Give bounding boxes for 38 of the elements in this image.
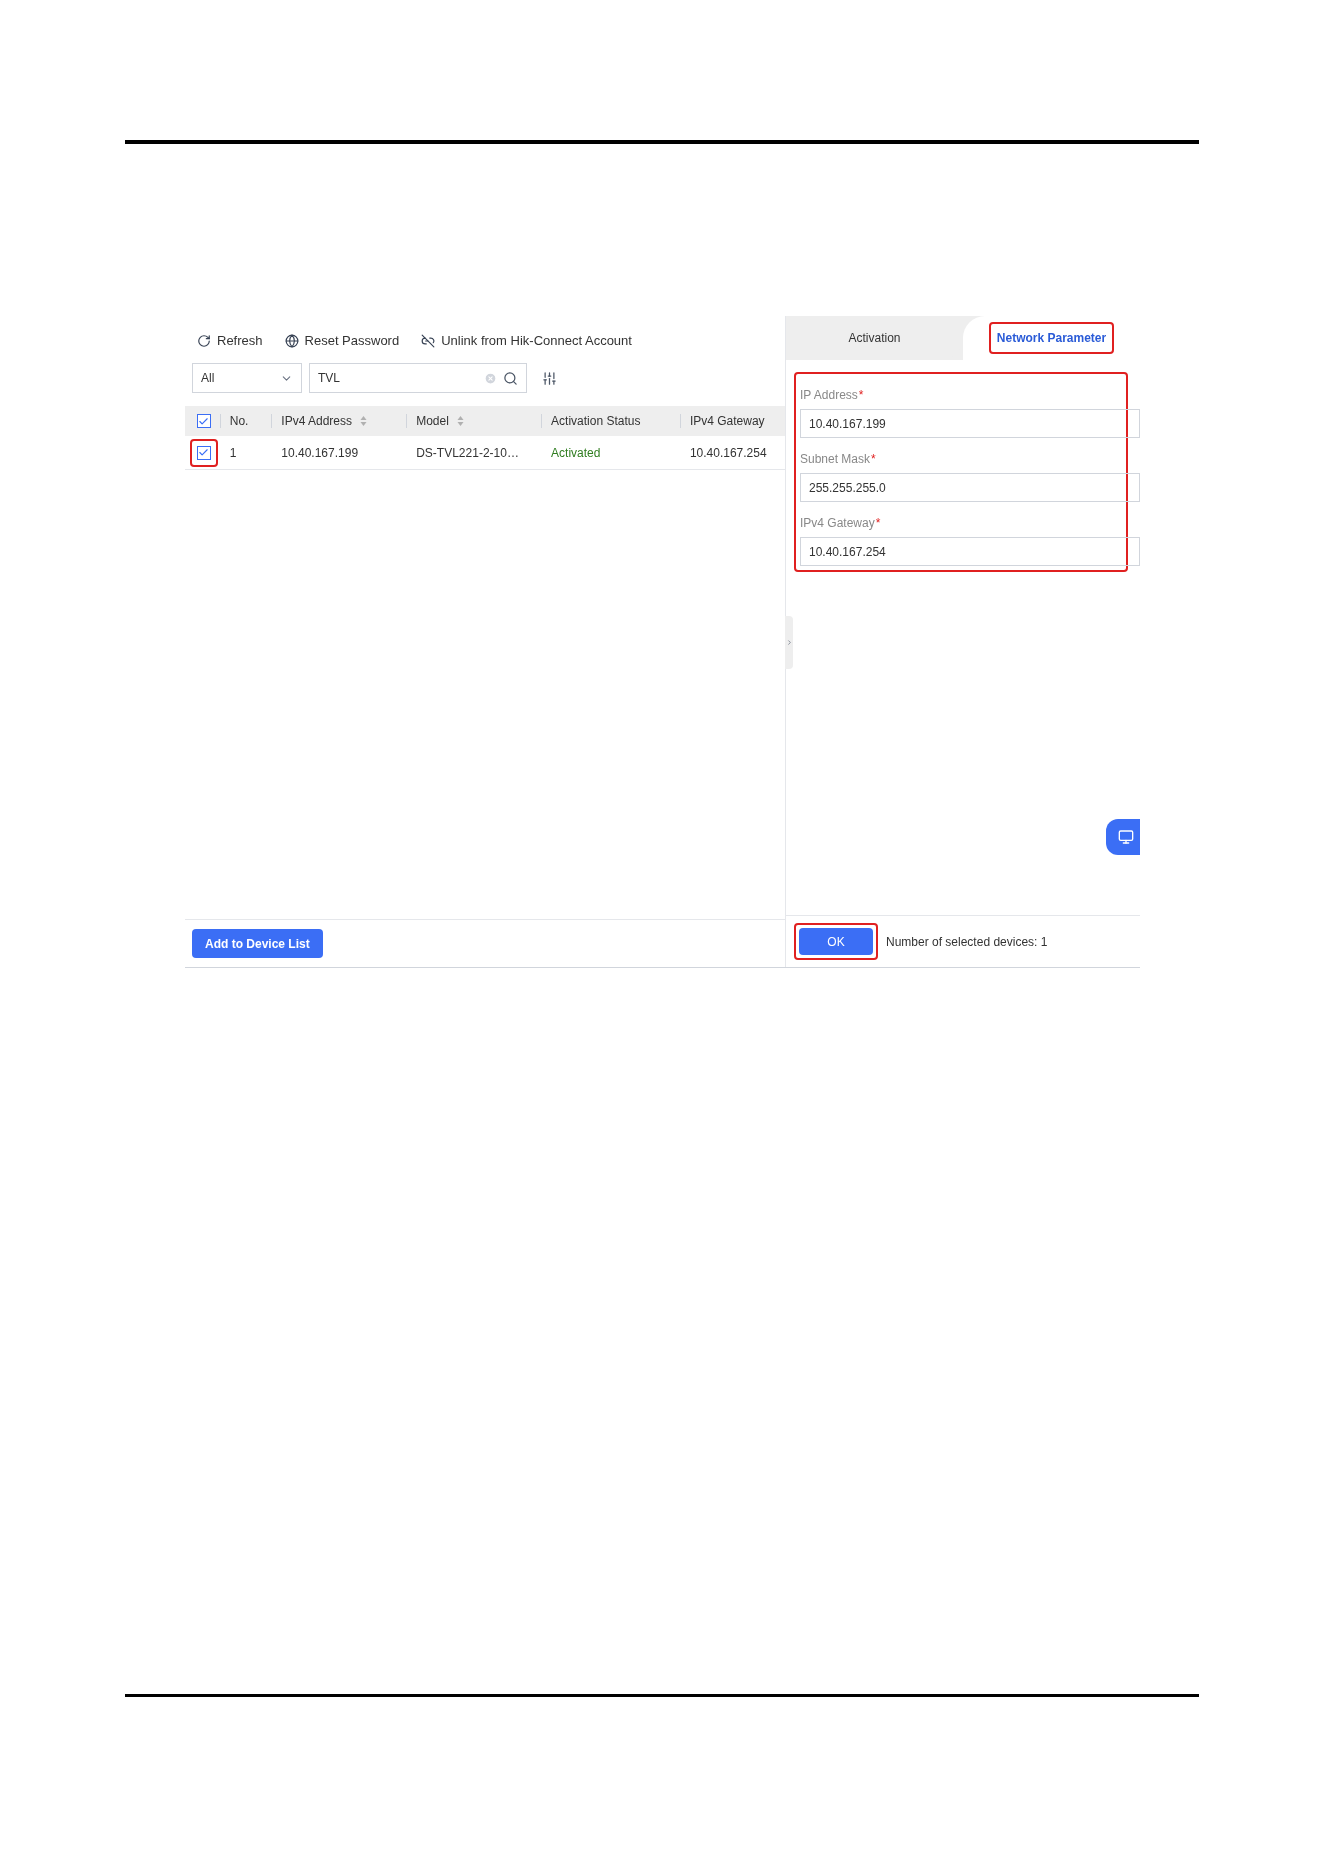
- selected-count: Number of selected devices: 1: [886, 933, 1048, 951]
- field-label: IP Address*: [800, 387, 865, 403]
- checkbox[interactable]: [196, 414, 211, 428]
- input-field[interactable]: 255.255.255.0: [800, 473, 1140, 502]
- input-field[interactable]: 10.40.167.199: [800, 409, 1140, 438]
- field-label: Subnet Mask*: [800, 451, 877, 467]
- search-icon[interactable]: [503, 370, 518, 386]
- chevron-right-icon: [785, 639, 793, 646]
- add-to-device-list-button[interactable]: Add to Device List: [192, 929, 323, 958]
- input-field[interactable]: 10.40.167.254: [800, 537, 1140, 566]
- broken-link-icon: [421, 334, 436, 348]
- table-cell: Activated: [551, 445, 601, 460]
- refresh-icon: [197, 334, 211, 348]
- collapse-handle[interactable]: [785, 616, 793, 669]
- tab[interactable]: Network Parameter: [988, 322, 1115, 354]
- table-cell: 1: [229, 445, 237, 460]
- ok-button[interactable]: OK: [799, 928, 873, 955]
- sliders-icon[interactable]: [542, 370, 557, 386]
- filter-dropdown[interactable]: All: [192, 363, 302, 393]
- toolbar-button[interactable]: Refresh: [197, 331, 263, 351]
- column-header: Model: [416, 413, 449, 430]
- column-header: No.: [229, 413, 249, 430]
- monitor-icon: [1118, 829, 1134, 845]
- globe-icon: [284, 334, 299, 348]
- column-header: IPv4 Gateway: [689, 413, 765, 430]
- check-icon: [198, 447, 210, 458]
- check-icon: [198, 415, 210, 427]
- field-label: IPv4 Gateway*: [800, 515, 882, 531]
- checkbox[interactable]: [196, 445, 211, 460]
- search-field[interactable]: TVL: [309, 363, 527, 393]
- column-header: Activation Status: [551, 413, 641, 430]
- table-cell: 10.40.167.199: [281, 445, 359, 460]
- column-header: IPv4 Address: [281, 413, 352, 430]
- table-cell: DS-TVL221-2-10…: [416, 445, 519, 460]
- toolbar-button[interactable]: Unlink from Hik-Connect Account: [421, 331, 632, 351]
- table-cell: 10.40.167.254: [689, 445, 767, 460]
- toolbar-button[interactable]: Reset Password: [284, 331, 400, 351]
- tab[interactable]: Activation: [840, 322, 909, 354]
